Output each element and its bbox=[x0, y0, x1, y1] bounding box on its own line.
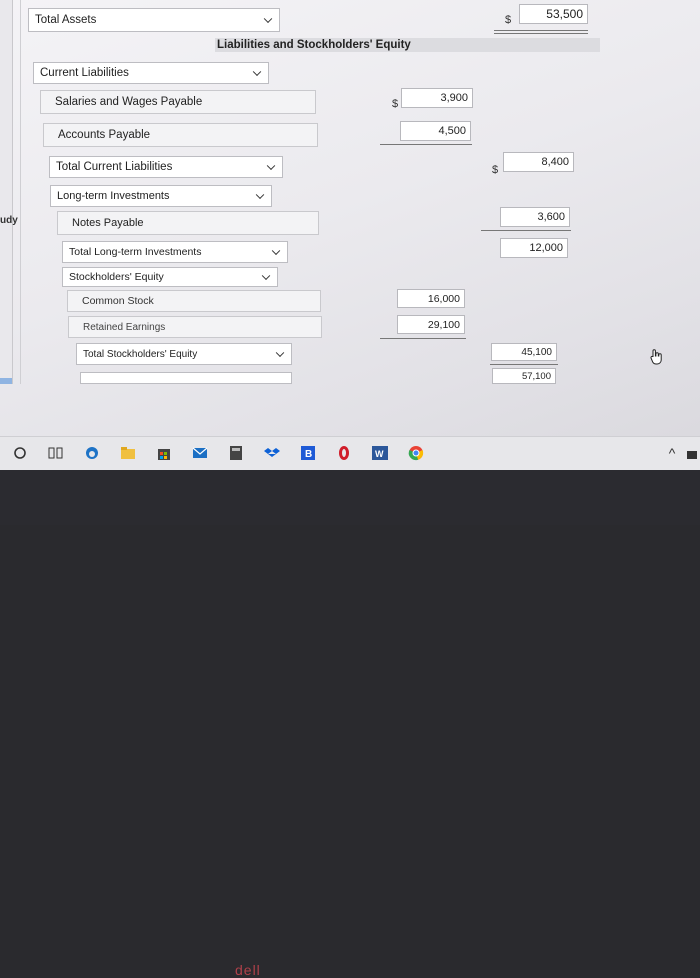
sidebar-text: udy bbox=[0, 215, 18, 226]
accounts-payable-field[interactable]: Accounts Payable bbox=[43, 123, 318, 147]
stockholders-equity-label: Stockholders' Equity bbox=[69, 271, 164, 283]
total-current-liabilities-select[interactable]: Total Current Liabilities bbox=[49, 156, 283, 178]
scroll-indicator bbox=[0, 378, 12, 384]
svg-text:B: B bbox=[305, 449, 312, 460]
retained-earnings-value[interactable]: 29,100 bbox=[397, 315, 465, 334]
accounts-payable-value[interactable]: 4,500 bbox=[400, 121, 471, 141]
chevron-down-icon bbox=[255, 190, 265, 200]
section-header: Liabilities and Stockholders' Equity bbox=[215, 38, 600, 52]
total-stockholders-equity-select[interactable]: Total Stockholders' Equity bbox=[76, 343, 292, 365]
edge-icon[interactable] bbox=[84, 445, 100, 461]
total-liabilities-equity-value[interactable]: 57,100 bbox=[492, 368, 556, 384]
total-long-term-investments-value[interactable]: 12,000 bbox=[500, 238, 568, 258]
chevron-down-icon bbox=[271, 246, 281, 256]
chevron-down-icon bbox=[266, 161, 276, 171]
bold-b-icon[interactable]: B bbox=[300, 445, 316, 461]
total-long-term-investments-label: Total Long-term Investments bbox=[69, 246, 202, 258]
network-icon[interactable] bbox=[684, 445, 700, 461]
total-current-liabilities-currency: $ bbox=[492, 164, 499, 176]
salaries-wages-value[interactable]: 3,900 bbox=[401, 88, 473, 108]
file-explorer-icon[interactable] bbox=[120, 445, 136, 461]
task-view-icon[interactable] bbox=[48, 445, 64, 461]
brand-logo: dell bbox=[235, 962, 261, 978]
notes-payable-value[interactable]: 3,600 bbox=[500, 207, 570, 227]
chevron-down-icon bbox=[263, 14, 273, 24]
total-long-term-investments-select[interactable]: Total Long-term Investments bbox=[62, 241, 288, 263]
salaries-wages-field[interactable]: Salaries and Wages Payable bbox=[40, 90, 316, 114]
common-stock-value[interactable]: 16,000 bbox=[397, 289, 465, 308]
total-assets-label: Total Assets bbox=[35, 14, 97, 26]
notes-payable-field[interactable]: Notes Payable bbox=[57, 211, 319, 235]
svg-text:W: W bbox=[375, 449, 384, 459]
hand-cursor-icon bbox=[650, 349, 662, 365]
chrome-icon[interactable] bbox=[408, 445, 424, 461]
total-liabilities-equity-select[interactable] bbox=[80, 372, 292, 384]
screen: udy Total Assets $ 53,500 Liabilities an… bbox=[0, 0, 700, 470]
total-stockholders-equity-label: Total Stockholders' Equity bbox=[83, 348, 198, 360]
long-term-investments-select[interactable]: Long-term Investments bbox=[50, 185, 272, 207]
total-current-liabilities-label: Total Current Liabilities bbox=[56, 161, 173, 173]
long-term-investments-label: Long-term Investments bbox=[57, 190, 170, 202]
chevron-down-icon bbox=[275, 348, 285, 358]
common-stock-field[interactable]: Common Stock bbox=[67, 290, 321, 312]
word-icon[interactable]: W bbox=[372, 445, 388, 461]
monitor-bezel: dell bbox=[0, 470, 700, 978]
total-current-liabilities-value[interactable]: 8,400 bbox=[503, 152, 574, 172]
left-sidebar bbox=[0, 0, 13, 384]
app-red-icon[interactable] bbox=[336, 445, 352, 461]
store-icon[interactable] bbox=[156, 445, 172, 461]
underline bbox=[494, 30, 588, 31]
calculator-icon[interactable] bbox=[228, 445, 244, 461]
current-liabilities-select[interactable]: Current Liabilities bbox=[33, 62, 269, 84]
retained-earnings-field[interactable]: Retained Earnings bbox=[68, 316, 322, 338]
double-underline bbox=[494, 33, 588, 34]
chevron-down-icon bbox=[261, 271, 271, 281]
taskbar: B W ^ bbox=[0, 436, 700, 470]
chevron-up-icon[interactable]: ^ bbox=[664, 445, 680, 461]
stockholders-equity-select[interactable]: Stockholders' Equity bbox=[62, 267, 278, 287]
total-assets-value[interactable]: 53,500 bbox=[519, 4, 588, 24]
dropbox-icon[interactable] bbox=[264, 445, 280, 461]
underline bbox=[380, 144, 472, 145]
mail-icon[interactable] bbox=[192, 445, 208, 461]
cortana-circle-icon[interactable] bbox=[12, 445, 28, 461]
total-assets-currency: $ bbox=[505, 14, 512, 26]
underline bbox=[490, 364, 558, 365]
underline bbox=[481, 230, 571, 231]
chevron-down-icon bbox=[252, 67, 262, 77]
current-liabilities-label: Current Liabilities bbox=[40, 67, 129, 79]
underline bbox=[380, 338, 466, 339]
total-stockholders-equity-value[interactable]: 45,100 bbox=[491, 343, 557, 361]
salaries-wages-currency: $ bbox=[392, 98, 399, 110]
total-assets-select[interactable]: Total Assets bbox=[28, 8, 280, 32]
